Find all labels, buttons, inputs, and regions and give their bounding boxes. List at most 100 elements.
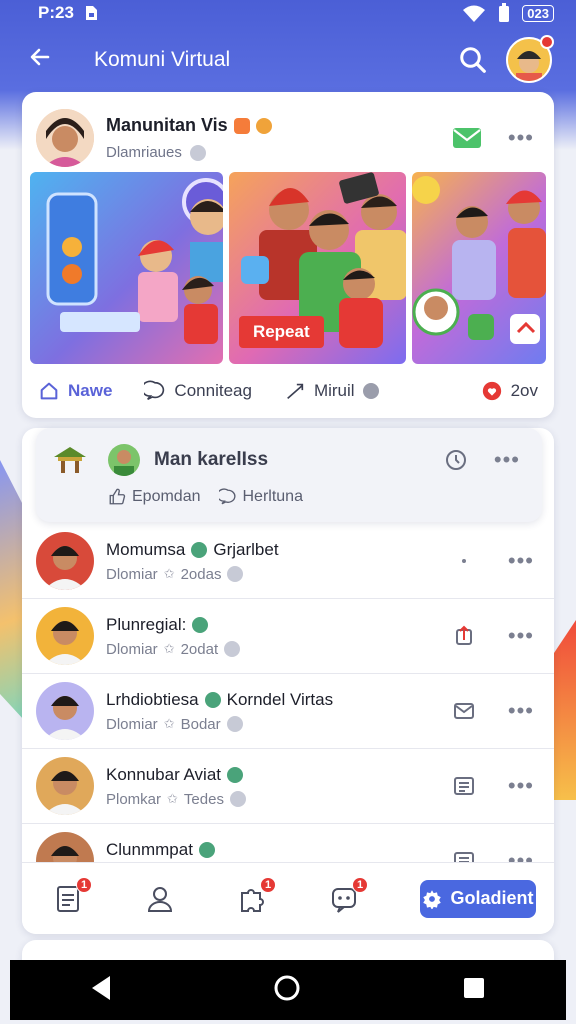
home-icon [40, 382, 58, 400]
sim-icon [85, 6, 97, 20]
app-bar: Komuni Virtual [0, 30, 576, 90]
member-avatar[interactable] [36, 532, 94, 590]
member-avatar[interactable] [36, 607, 94, 665]
status-emoji-icon [191, 541, 208, 558]
member-time: 2odas [180, 565, 222, 583]
group-like-label: Epomdan [132, 488, 201, 505]
person-avatar-icon [36, 109, 94, 167]
post-author-avatar[interactable] [36, 109, 94, 167]
battery-icon [499, 3, 510, 22]
page-title: Komuni Virtual [94, 48, 231, 71]
nav-feed[interactable]: 1 [52, 876, 92, 915]
gallery-image-3[interactable] [412, 172, 546, 364]
primary-action-label: Goladient [450, 888, 534, 908]
thumbs-up-icon [109, 488, 126, 505]
status-emoji-icon [198, 842, 215, 858]
status-emoji-icon [227, 766, 243, 783]
more-options-icon[interactable]: ••• [504, 125, 538, 151]
member-time: 2odat [180, 640, 219, 658]
group-like-button[interactable]: Epomdan [108, 488, 201, 506]
star-icon: ✩ [167, 791, 178, 806]
share-box-icon[interactable] [452, 624, 476, 648]
status-time: P:23 [38, 3, 74, 22]
info-dot-icon [227, 566, 244, 582]
reactions-count[interactable]: 2ov [481, 380, 538, 402]
fire-emoji-icon [233, 117, 250, 134]
info-dot-icon [362, 383, 379, 399]
group-comment-button[interactable]: Herltuna [218, 488, 303, 506]
like-label: Nawe [68, 381, 113, 400]
post-subtitle: Dlamriaues [106, 144, 182, 161]
share-button[interactable]: Miruil [284, 380, 379, 402]
member-role: Dlomiar [106, 640, 158, 658]
info-dot-icon [224, 641, 241, 657]
nav-chat[interactable]: 1 [236, 876, 276, 915]
gallery-image-2[interactable]: Repeat [228, 172, 407, 364]
post-gallery: Repeat [22, 172, 554, 364]
member-extra: Korndel Virtas [226, 689, 334, 709]
notification-dot [540, 35, 554, 49]
clock-icon[interactable] [444, 448, 468, 472]
smile-emoji-icon [255, 117, 272, 134]
member-row[interactable]: Konnubar Aviat Plomkar ✩ Tedes ••• [22, 749, 554, 824]
post-card: Manunitan Vis Dlamriaues ••• Repeat Nawe… [22, 92, 554, 418]
member-row[interactable]: Plunregial: Dlomiar ✩ 2odat ••• [22, 599, 554, 674]
member-more-options-icon[interactable]: ••• [504, 698, 538, 724]
more-icon[interactable] [452, 549, 476, 573]
pavilion-icon [54, 447, 86, 473]
group-more-options-icon[interactable]: ••• [490, 447, 524, 473]
group-name: Man karelIss [154, 449, 269, 470]
system-home-icon[interactable] [273, 974, 301, 1007]
member-row[interactable]: Momumsa Grjarlbet Dlomiar ✩ 2odas ••• [22, 524, 554, 599]
member-more-options-icon[interactable]: ••• [504, 623, 538, 649]
member-name: Konnubar Aviat [106, 764, 221, 784]
member-row[interactable]: Lrhdiobtiesa Korndel Virtas Dlomiar ✩ Bo… [22, 674, 554, 749]
back-arrow-icon[interactable] [28, 43, 68, 77]
member-name: Clunmmpat [106, 840, 193, 859]
person-avatar-icon [44, 621, 86, 665]
member-more-options-icon[interactable]: ••• [504, 548, 538, 574]
mail-icon[interactable] [452, 699, 476, 723]
repeat-button[interactable]: Repeat [238, 316, 324, 348]
member-avatar[interactable] [36, 757, 94, 815]
share-icon [287, 383, 304, 399]
list-icon[interactable] [452, 774, 476, 798]
comment-icon [144, 380, 165, 400]
system-navigation-bar [10, 960, 566, 1020]
info-dot-icon [229, 791, 246, 807]
comment-button[interactable]: Conniteag [144, 380, 252, 402]
reactions-count-label: 2ov [510, 381, 538, 400]
people-illustration-icon [46, 178, 223, 344]
post-actions: Nawe Conniteag Miruil 2ov [22, 364, 554, 418]
wifi-icon [463, 5, 486, 22]
group-card[interactable]: Man karelIss ••• Epomdan Herltuna [36, 428, 542, 522]
member-role: Dlomiar [106, 715, 158, 733]
member-name: Plunregial: [106, 614, 187, 634]
bottom-navigation: 1 1 1 Goladient [22, 862, 554, 934]
member-more-options-icon[interactable]: ••• [504, 773, 538, 799]
primary-action-button[interactable]: Goladient [420, 879, 536, 918]
member-name: Lrhdiobtiesa [106, 689, 199, 709]
system-recents-icon[interactable] [462, 976, 486, 1005]
profile-avatar[interactable] [506, 35, 554, 83]
chat-badge: 1 [260, 876, 276, 893]
person-icon [114, 450, 134, 476]
status-emoji-icon [192, 616, 209, 633]
star-icon: ✩ [163, 566, 175, 581]
member-time: Tedes [183, 790, 224, 808]
notifications-badge: 1 [352, 876, 368, 893]
share-label: Miruil [313, 381, 355, 400]
system-back-icon[interactable] [90, 975, 112, 1006]
group-avatar [108, 444, 140, 476]
like-button[interactable]: Nawe [38, 380, 112, 402]
gallery-image-1[interactable] [30, 172, 223, 364]
heart-reaction-icon [482, 381, 501, 401]
nav-profile[interactable] [144, 883, 176, 915]
kids-illustration-icon [412, 176, 546, 344]
mail-icon[interactable] [452, 127, 482, 149]
nav-notifications[interactable]: 1 [328, 876, 368, 915]
status-emoji-icon [204, 691, 221, 708]
member-avatar[interactable] [36, 682, 94, 740]
search-icon[interactable] [458, 45, 488, 75]
member-list: Momumsa Grjarlbet Dlomiar ✩ 2odas ••• Pl… [22, 524, 554, 899]
